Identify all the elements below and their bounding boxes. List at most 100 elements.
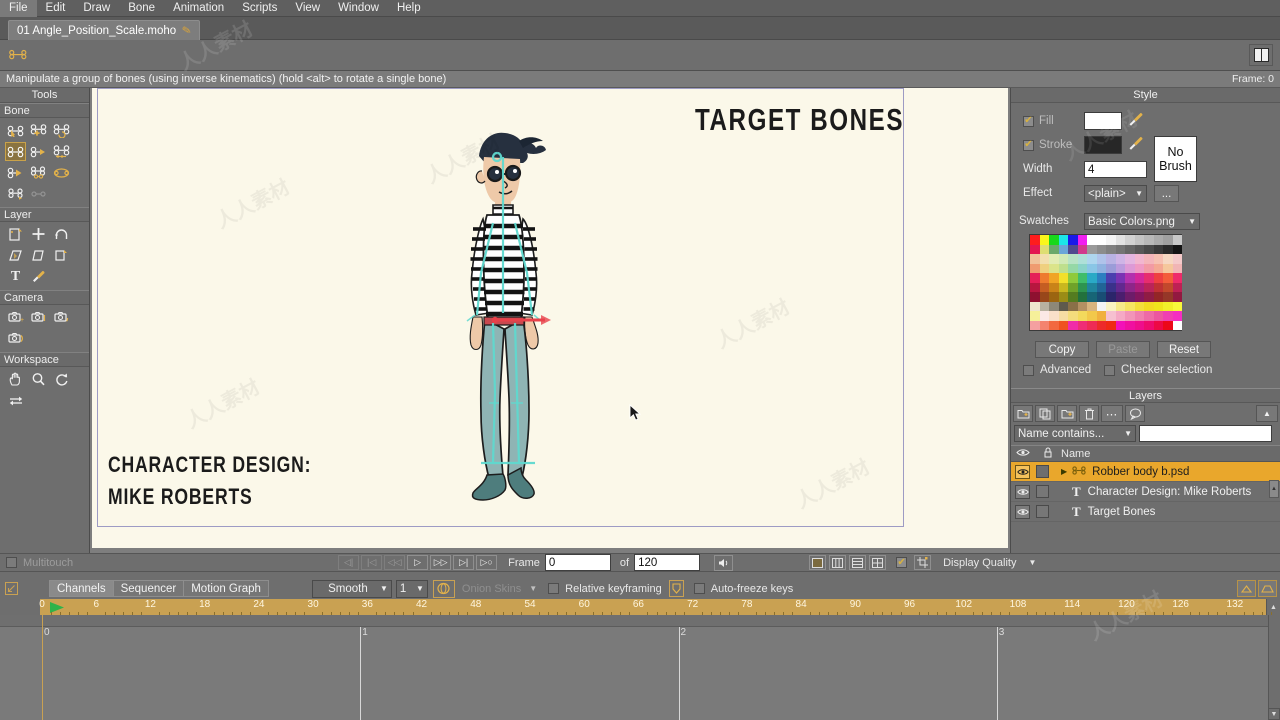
color-swatch[interactable] bbox=[1068, 311, 1078, 321]
color-swatch[interactable] bbox=[1049, 292, 1059, 302]
chevron-down-icon[interactable]: ▼ bbox=[1028, 558, 1036, 567]
color-swatch[interactable] bbox=[1115, 263, 1125, 273]
add-bone-tool[interactable] bbox=[28, 121, 49, 140]
layer-row-character-design[interactable]: T Character Design: Mike Roberts bbox=[1011, 482, 1280, 502]
color-swatch[interactable] bbox=[1125, 254, 1135, 264]
duplicate-layer-button[interactable] bbox=[1035, 405, 1055, 422]
color-swatch[interactable] bbox=[1106, 254, 1116, 264]
color-swatch[interactable] bbox=[1068, 244, 1078, 254]
color-swatch[interactable] bbox=[1058, 301, 1068, 311]
color-swatch[interactable] bbox=[1163, 292, 1173, 302]
color-swatch[interactable] bbox=[1077, 244, 1087, 254]
color-swatch[interactable] bbox=[1134, 311, 1144, 321]
layer-options-button[interactable]: ⋯ bbox=[1101, 405, 1123, 422]
bind-points-tool[interactable] bbox=[51, 163, 72, 182]
layer-lock-toggle[interactable] bbox=[1036, 465, 1049, 478]
color-swatch[interactable] bbox=[1039, 263, 1049, 273]
layers-scrollbar-thumb[interactable]: ▲ bbox=[1269, 480, 1279, 498]
color-swatch[interactable] bbox=[1096, 244, 1106, 254]
color-swatch[interactable] bbox=[1106, 235, 1116, 245]
color-swatch[interactable] bbox=[1096, 273, 1106, 283]
color-swatch[interactable] bbox=[1077, 320, 1087, 330]
interpolation-dropdown[interactable]: Smooth ▼ bbox=[311, 579, 392, 598]
frame-input[interactable] bbox=[544, 554, 611, 571]
color-swatch[interactable] bbox=[1039, 292, 1049, 302]
bind-warp-tool[interactable] bbox=[5, 184, 26, 203]
color-swatch[interactable] bbox=[1134, 320, 1144, 330]
color-swatch[interactable] bbox=[1077, 235, 1087, 245]
color-swatch[interactable] bbox=[1172, 244, 1182, 254]
timeline-zoom-in-button[interactable] bbox=[1237, 580, 1256, 597]
color-swatch[interactable] bbox=[1106, 320, 1116, 330]
loop-button[interactable]: ▷○ bbox=[476, 555, 498, 570]
bind-layer-tool[interactable] bbox=[28, 163, 49, 182]
color-swatch[interactable] bbox=[1030, 292, 1040, 302]
reference-book-button[interactable] bbox=[1249, 44, 1273, 66]
track-camera-tool[interactable]: + bbox=[5, 308, 26, 327]
color-swatch[interactable] bbox=[1096, 254, 1106, 264]
fill-color-swatch[interactable] bbox=[1084, 112, 1122, 130]
color-swatch[interactable] bbox=[1153, 311, 1163, 321]
stroke-eyedropper-icon[interactable] bbox=[1128, 135, 1144, 153]
zoom-tool[interactable] bbox=[28, 370, 49, 389]
color-swatch[interactable] bbox=[1144, 292, 1154, 302]
layer-row-robber-body[interactable]: ▶ Robber body b.psd bbox=[1011, 462, 1280, 482]
color-swatch[interactable] bbox=[1068, 282, 1078, 292]
paste-button[interactable]: Paste bbox=[1096, 341, 1150, 358]
color-swatch[interactable] bbox=[1106, 311, 1116, 321]
color-swatch[interactable] bbox=[1039, 311, 1049, 321]
layer-row-target-bones[interactable]: T Target Bones bbox=[1011, 502, 1280, 522]
color-swatch[interactable] bbox=[1125, 244, 1135, 254]
transform-bone-tool[interactable] bbox=[28, 142, 49, 161]
color-swatch[interactable] bbox=[1172, 254, 1182, 264]
color-swatch[interactable] bbox=[1163, 273, 1173, 283]
color-swatch[interactable] bbox=[1106, 263, 1116, 273]
color-swatch[interactable] bbox=[1125, 301, 1135, 311]
color-swatch[interactable] bbox=[1068, 320, 1078, 330]
fill-eyedropper-icon[interactable] bbox=[1128, 111, 1144, 129]
color-swatch[interactable] bbox=[1153, 282, 1163, 292]
view-toggle-checkbox[interactable]: ✔ bbox=[896, 557, 908, 568]
interpolation-count-dropdown[interactable]: 1 ▼ bbox=[395, 579, 428, 598]
color-swatch[interactable] bbox=[1096, 235, 1106, 245]
color-swatch[interactable] bbox=[1125, 320, 1135, 330]
color-swatch[interactable] bbox=[1153, 235, 1163, 245]
color-swatch[interactable] bbox=[1039, 301, 1049, 311]
color-swatch[interactable] bbox=[1058, 235, 1068, 245]
color-swatch[interactable] bbox=[1153, 254, 1163, 264]
previous-keyframe-button[interactable]: |◁ bbox=[361, 555, 383, 570]
tab-channels[interactable]: Channels bbox=[49, 580, 114, 597]
color-swatch[interactable] bbox=[1077, 301, 1087, 311]
timeline-playhead[interactable] bbox=[42, 615, 43, 720]
color-swatch[interactable] bbox=[1087, 301, 1097, 311]
color-swatch[interactable] bbox=[1153, 263, 1163, 273]
color-swatch[interactable] bbox=[1163, 282, 1173, 292]
layer-visibility-toggle[interactable] bbox=[1015, 464, 1030, 479]
color-swatch[interactable] bbox=[1163, 301, 1173, 311]
color-swatch[interactable] bbox=[1039, 282, 1049, 292]
single-view-button[interactable] bbox=[809, 555, 827, 570]
color-swatch[interactable] bbox=[1077, 263, 1087, 273]
color-swatch[interactable] bbox=[1087, 320, 1097, 330]
color-swatch[interactable] bbox=[1172, 311, 1182, 321]
menu-item-view[interactable]: View bbox=[286, 0, 329, 17]
color-swatch[interactable] bbox=[1030, 282, 1040, 292]
color-swatch[interactable] bbox=[1134, 301, 1144, 311]
color-swatch[interactable] bbox=[1115, 292, 1125, 302]
layer-lock-toggle[interactable] bbox=[1036, 505, 1049, 518]
bone-strength-tool[interactable] bbox=[51, 142, 72, 161]
offset-bone-tool[interactable] bbox=[5, 163, 26, 182]
layer-filter-dropdown[interactable]: Name contains... ▼ bbox=[1014, 425, 1136, 442]
color-swatch[interactable] bbox=[1134, 292, 1144, 302]
width-input[interactable] bbox=[1084, 161, 1147, 178]
roll-camera-tool[interactable] bbox=[51, 308, 72, 327]
color-swatch[interactable] bbox=[1134, 235, 1144, 245]
color-swatch[interactable] bbox=[1068, 254, 1078, 264]
expand-triangle-icon[interactable]: ▶ bbox=[1061, 467, 1067, 476]
color-swatch[interactable] bbox=[1106, 282, 1116, 292]
color-swatch[interactable] bbox=[1096, 292, 1106, 302]
color-swatch[interactable] bbox=[1172, 235, 1182, 245]
color-swatch[interactable] bbox=[1125, 273, 1135, 283]
color-swatch[interactable] bbox=[1039, 320, 1049, 330]
stroke-checkbox[interactable]: ✔ bbox=[1023, 139, 1034, 151]
